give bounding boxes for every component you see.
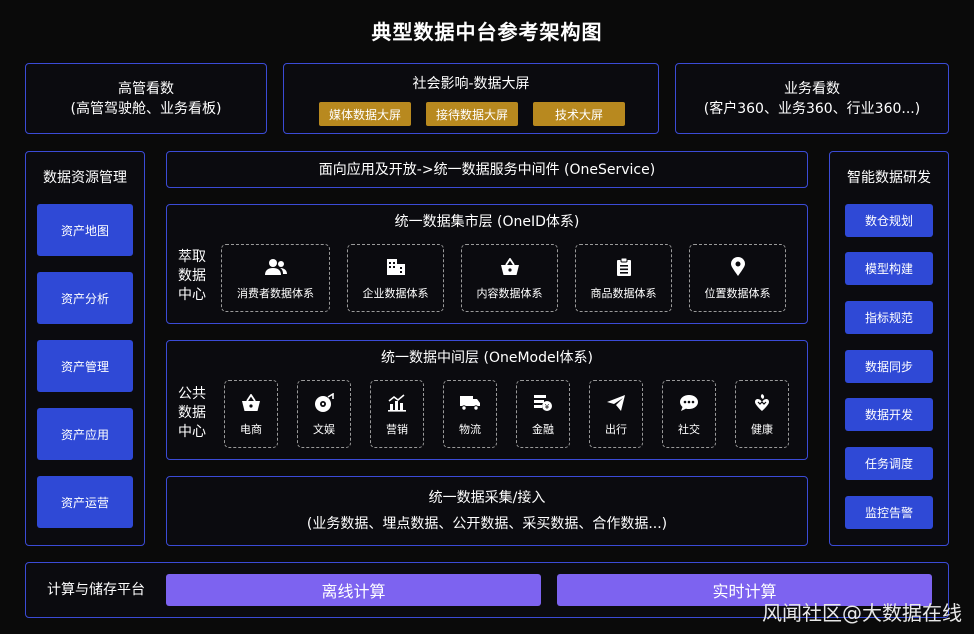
business-view-box: 业务看数 (客户360、业务360、行业360...)	[675, 63, 949, 134]
social-label: 社交	[678, 423, 700, 436]
warehouse-planning-button[interactable]: 数仓规划	[845, 204, 933, 237]
business-view-subtitle: (客户360、业务360、行业360...)	[703, 100, 921, 117]
health-label: 健康	[751, 423, 773, 436]
exec-dashboard-subtitle: (高管驾驶舱、业务看板)	[70, 100, 222, 117]
big-screen-title: 社会影响-数据大屏	[412, 76, 530, 92]
basket-icon	[498, 255, 522, 279]
oneid-side-label: 萃取数据中心	[178, 249, 206, 303]
consumer-data-label: 消费者数据体系	[237, 287, 314, 300]
business-view-title: 业务看数	[784, 80, 840, 97]
travel-label: 出行	[605, 423, 627, 436]
truck-icon	[458, 391, 482, 415]
monitor-alert-button[interactable]: 监控告警	[845, 496, 933, 529]
oneid-title: 统一数据集市层 (OneID体系)	[394, 214, 580, 230]
ecommerce-card: 电商	[224, 380, 278, 448]
enterprise-data-label: 企业数据体系	[362, 287, 429, 300]
users-icon	[264, 255, 288, 279]
data-sync-button[interactable]: 数据同步	[845, 350, 933, 383]
data-resource-title: 数据资源管理	[43, 170, 127, 186]
oneservice-box: 面向应用及开放->统一数据服务中间件 (OneService)	[166, 151, 808, 188]
clipboard-icon	[612, 255, 636, 279]
watermark: 风闻社区@大数据在线	[762, 601, 962, 625]
finance-icon: ¥	[531, 391, 555, 415]
asset-operation-button[interactable]: 资产运营	[37, 476, 133, 528]
exec-dashboard-box: 高管看数 (高管驾驶舱、业务看板)	[25, 63, 267, 134]
svg-text:¥: ¥	[545, 403, 550, 411]
task-scheduling-button[interactable]: 任务调度	[845, 447, 933, 480]
asset-map-button[interactable]: 资产地图	[37, 204, 133, 256]
content-data-card: 内容数据体系	[461, 244, 558, 312]
data-collection-box: 统一数据采集/接入 (业务数据、埋点数据、公开数据、采买数据、合作数据...)	[166, 476, 808, 546]
entertainment-card: 文娱	[297, 380, 351, 448]
enterprise-data-card: 企业数据体系	[347, 244, 444, 312]
metric-spec-button[interactable]: 指标规范	[845, 301, 933, 334]
oneservice-label: 面向应用及开放->统一数据服务中间件 (OneService)	[318, 161, 656, 178]
finance-label: 金融	[532, 423, 554, 436]
health-icon	[750, 391, 774, 415]
health-card: 健康	[735, 380, 789, 448]
marketing-card: 营销	[370, 380, 424, 448]
location-data-card: 位置数据体系	[689, 244, 786, 312]
chat-bubble-icon	[677, 391, 701, 415]
location-data-label: 位置数据体系	[704, 287, 771, 300]
location-pin-icon	[726, 255, 750, 279]
data-dev-button[interactable]: 数据开发	[845, 398, 933, 431]
diagram-title: 典型数据中台参考架构图	[371, 20, 603, 44]
onemodel-side-label: 公共数据中心	[178, 386, 206, 440]
marketing-label: 营销	[386, 423, 408, 436]
big-screen-box: 社会影响-数据大屏 媒体数据大屏 接待数据大屏 技术大屏	[283, 63, 659, 134]
shopping-basket-icon	[239, 391, 263, 415]
model-building-button[interactable]: 模型构建	[845, 252, 933, 285]
product-data-card: 商品数据体系	[575, 244, 672, 312]
asset-application-button[interactable]: 资产应用	[37, 408, 133, 460]
logistics-label: 物流	[459, 423, 481, 436]
data-collection-subtitle: (业务数据、埋点数据、公开数据、采买数据、合作数据...)	[306, 516, 668, 532]
social-card: 社交	[662, 380, 716, 448]
compute-storage-label: 计算与储存平台	[47, 582, 145, 598]
offline-compute-button[interactable]: 离线计算	[166, 574, 541, 606]
paper-plane-icon	[604, 391, 628, 415]
marketing-chart-icon	[385, 391, 409, 415]
ecommerce-label: 电商	[240, 423, 262, 436]
travel-card: 出行	[589, 380, 643, 448]
finance-card: ¥ 金融	[516, 380, 570, 448]
product-data-label: 商品数据体系	[590, 287, 657, 300]
consumer-data-card: 消费者数据体系	[221, 244, 330, 312]
entertainment-icon	[312, 391, 336, 415]
onemodel-title: 统一数据中间层 (OneModel体系)	[381, 350, 593, 366]
media-screen-tag: 媒体数据大屏	[319, 102, 411, 126]
data-collection-title: 统一数据采集/接入	[428, 490, 546, 506]
asset-analysis-button[interactable]: 资产分析	[37, 272, 133, 324]
smart-dev-title: 智能数据研发	[847, 170, 931, 186]
entertainment-label: 文娱	[313, 423, 335, 436]
reception-screen-tag: 接待数据大屏	[426, 102, 518, 126]
exec-dashboard-title: 高管看数	[118, 80, 174, 97]
asset-management-button[interactable]: 资产管理	[37, 340, 133, 392]
logistics-card: 物流	[443, 380, 497, 448]
building-icon	[384, 255, 408, 279]
content-data-label: 内容数据体系	[476, 287, 543, 300]
tech-screen-tag: 技术大屏	[533, 102, 625, 126]
